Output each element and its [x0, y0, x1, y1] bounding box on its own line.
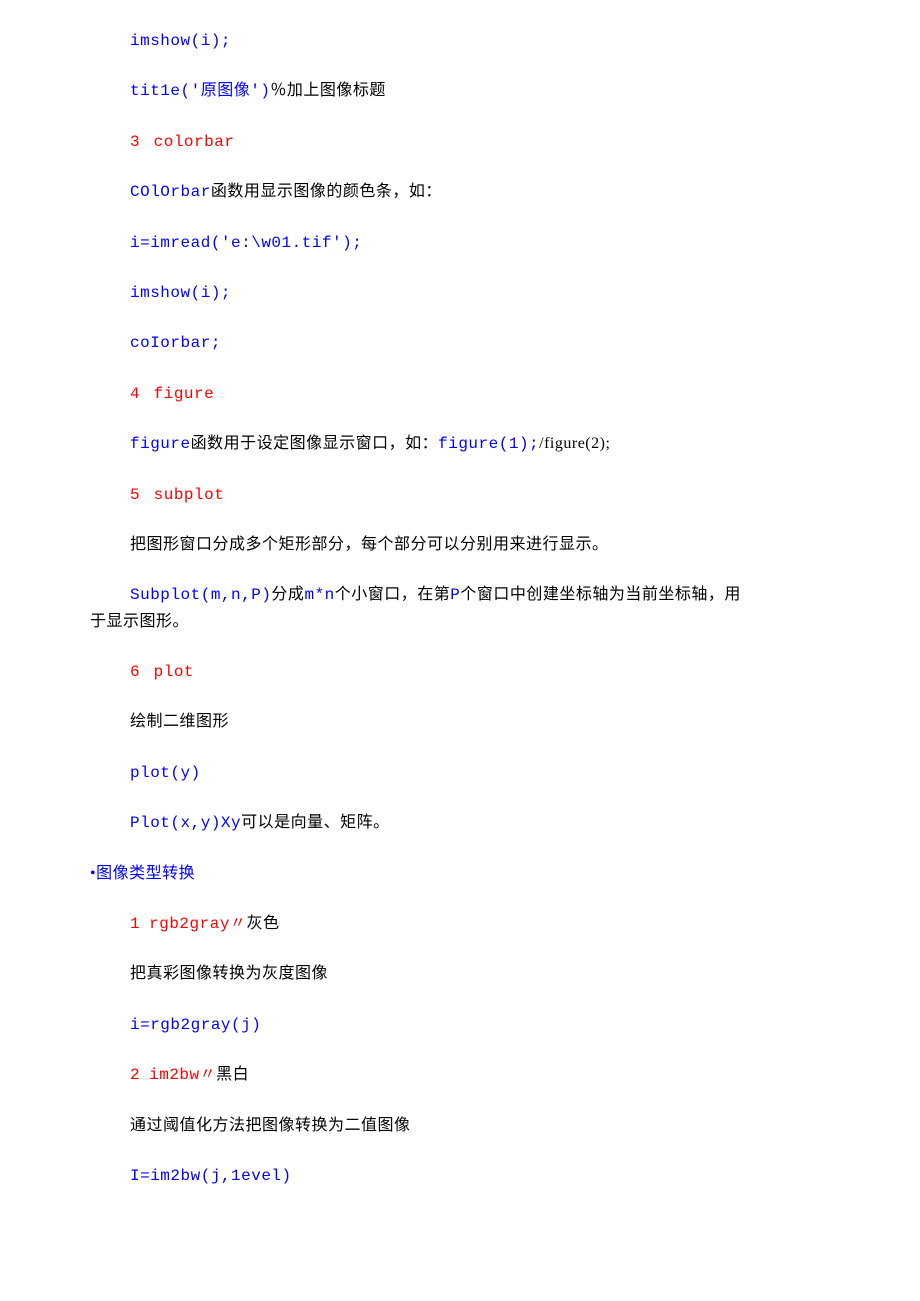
document-content: imshow(i); tit1e('原图像')％加上图像标题 3 colorba…	[0, 0, 920, 1245]
section-number: 3	[130, 133, 140, 151]
code-line: imshow(i);	[130, 30, 830, 52]
section-number-line: 3 colorbar	[130, 131, 830, 153]
code-line: i=rgb2gray(j)	[130, 1014, 830, 1036]
code-line: coIorbar;	[130, 332, 830, 354]
section-name: figure	[154, 385, 215, 403]
section-number: 2	[130, 1066, 140, 1084]
code-line: i=imread('e:\w01.tif');	[130, 232, 830, 254]
section-name: subplot	[154, 486, 225, 504]
function-name: COlOrbar	[130, 183, 211, 201]
section-number-line: 2 im2bw〃黑白	[130, 1064, 830, 1086]
section-number: 1	[130, 915, 140, 933]
description-text: 个小窗口，在第	[335, 586, 451, 603]
code-line: I=im2bw(j,1evel)	[130, 1165, 830, 1187]
description-line: 绘制二维图形	[130, 711, 830, 733]
code-text: Plot(x,y)Xy	[130, 814, 241, 832]
description-line: 把图形窗口分成多个矩形部分，每个部分可以分别用来进行显示。	[130, 534, 830, 556]
description-text: 分成	[271, 586, 304, 603]
description-line: Subplot(m,n,P)分成m*n个小窗口，在第P个窗口中创建坐标轴为当前坐…	[130, 584, 830, 606]
description-text: 函数用于设定图像显示窗口，如：	[191, 435, 439, 452]
description-continuation: 于显示图形。	[90, 611, 830, 633]
label-text: 灰色	[246, 915, 279, 932]
code-text: Subplot(m,n,P)	[130, 586, 271, 604]
code-line: tit1e('原图像')％加上图像标题	[130, 80, 830, 102]
section-number: 4	[130, 385, 140, 403]
function-name: figure	[130, 435, 191, 453]
section-number-line: 5 subplot	[130, 484, 830, 506]
description-line: 把真彩图像转换为灰度图像	[130, 963, 830, 985]
description-line: figure函数用于设定图像显示窗口，如：figure(1);/figure(2…	[130, 433, 830, 455]
section-name: colorbar	[154, 133, 235, 151]
comment-text: ％加上图像标题	[270, 82, 386, 99]
section-name: plot	[154, 663, 194, 681]
section-number-line: 4 figure	[130, 383, 830, 405]
code-text: P	[450, 586, 460, 604]
description-line: 通过阈值化方法把图像转换为二值图像	[130, 1115, 830, 1137]
description-text: 函数用显示图像的颜色条，如：	[211, 183, 442, 200]
code-text: tit1e('原图像')	[130, 82, 270, 100]
description-line: Plot(x,y)Xy可以是向量、矩阵。	[130, 812, 830, 834]
section-number-line: 1 rgb2gray〃灰色	[130, 913, 830, 935]
code-text: figure(1);	[438, 435, 539, 453]
code-text: m*n	[304, 586, 334, 604]
description-text: 可以是向量、矩阵。	[241, 814, 390, 831]
separator: /figure(2);	[539, 435, 610, 452]
section-number-line: 6 plot	[130, 661, 830, 683]
section-name: rgb2gray〃	[149, 915, 246, 933]
section-number: 5	[130, 486, 140, 504]
code-line: plot(y)	[130, 762, 830, 784]
code-line: imshow(i);	[130, 282, 830, 304]
description-text: 个窗口中创建坐标轴为当前坐标轴，用	[460, 586, 741, 603]
section-name: im2bw〃	[149, 1066, 216, 1084]
section-number: 6	[130, 663, 140, 681]
description-line: COlOrbar函数用显示图像的颜色条，如：	[130, 181, 830, 203]
section-header: •图像类型转换	[90, 863, 830, 885]
label-text: 黑白	[216, 1066, 249, 1083]
